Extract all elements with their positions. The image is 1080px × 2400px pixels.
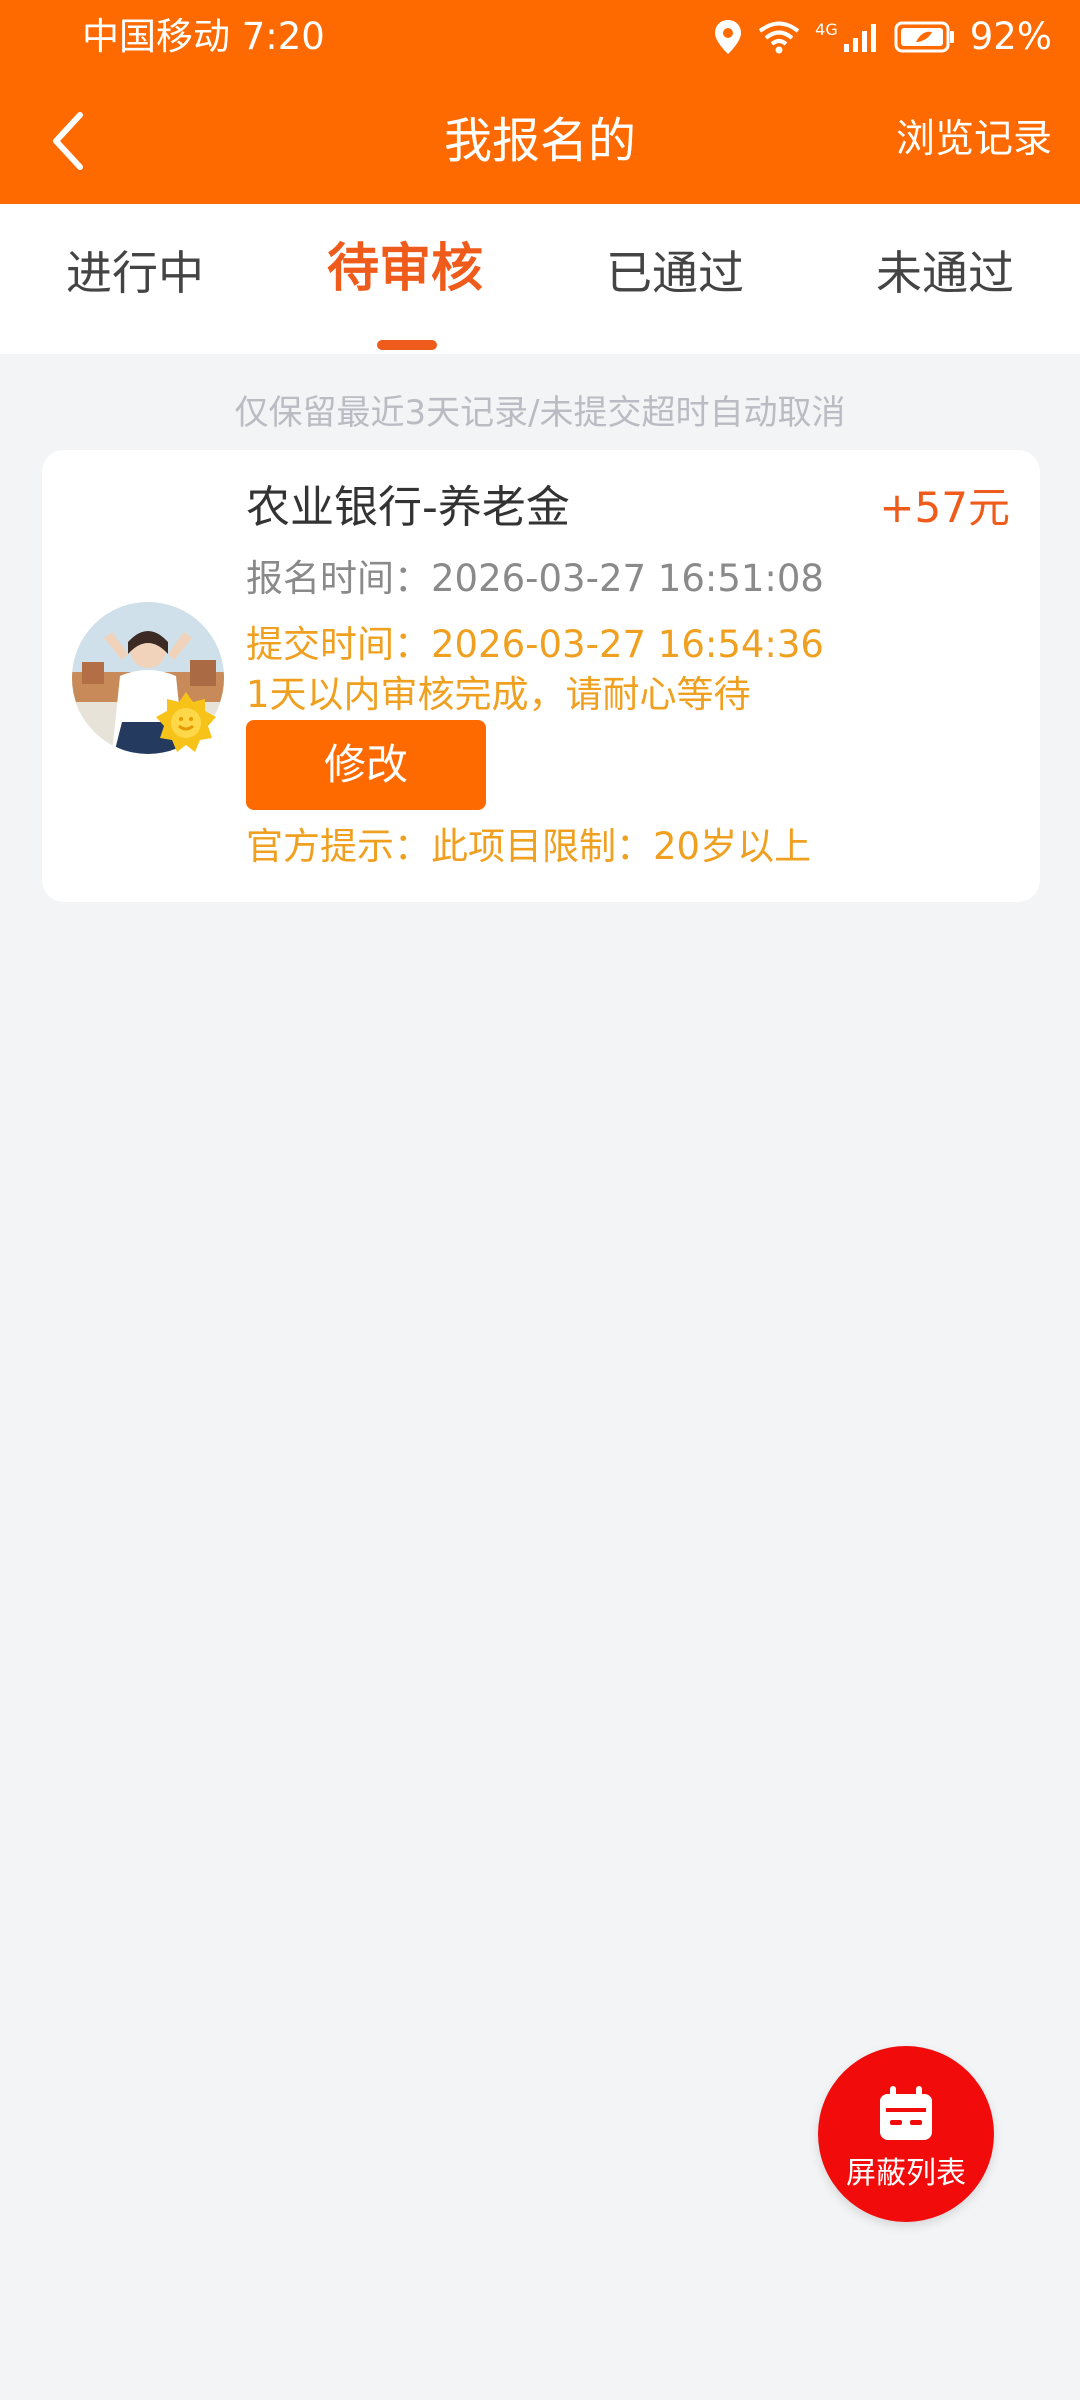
battery-icon [894, 21, 954, 53]
record-retention-hint: 仅保留最近3天记录/未提交超时自动取消 [234, 393, 846, 433]
header: 中国移动 7:20 4G 92% 我报名的 浏览记录 [0, 0, 1080, 204]
browse-history-link[interactable]: 浏览记录 [896, 114, 1052, 166]
carrier-time: 中国移动 7:20 [82, 15, 325, 58]
tab-rejected[interactable]: 未通过 [810, 242, 1080, 304]
battery-percent: 92% [969, 15, 1052, 58]
tab-pending-review[interactable]: 待审核 [270, 238, 540, 300]
status-tabs: 进行中 待审核 已通过 未通过 [0, 204, 1080, 354]
block-list-label: 屏蔽列表 [846, 2156, 966, 2191]
location-icon [715, 20, 742, 54]
active-tab-indicator [377, 340, 437, 350]
status-bar: 中国移动 7:20 4G 92% [0, 0, 1080, 76]
signal-icon [843, 24, 876, 52]
status-icons: 4G 92% [713, 14, 1052, 60]
network-type: 4G [815, 19, 838, 39]
modify-button[interactable]: 修改 [246, 720, 486, 810]
tab-in-progress[interactable]: 进行中 [0, 242, 270, 304]
review-note: 1天以内审核完成，请耐心等待 [246, 673, 751, 716]
app-screen: 中国移动 7:20 4G 92% 我报名的 浏览记录 进行中 待审核 已通过 未… [0, 0, 1080, 2400]
official-tip: 官方提示：此项目限制：20岁以上 [246, 825, 812, 868]
vip-badge-icon [156, 692, 216, 752]
register-time: 报名时间：2026-03-27 16:51:08 [246, 557, 824, 600]
task-title: 农业银行-养老金 [246, 482, 570, 533]
task-card[interactable]: 农业银行-养老金 +57元 报名时间：2026-03-27 16:51:08 提… [42, 450, 1040, 902]
calendar-icon [880, 2086, 932, 2140]
wifi-icon [758, 21, 800, 54]
navbar: 我报名的 浏览记录 [0, 96, 1080, 186]
block-list-button[interactable]: 屏蔽列表 [818, 2046, 994, 2222]
reward-amount: +57元 [879, 483, 1010, 532]
tab-approved[interactable]: 已通过 [540, 242, 810, 304]
submit-time: 提交时间：2026-03-27 16:54:36 [246, 623, 824, 666]
